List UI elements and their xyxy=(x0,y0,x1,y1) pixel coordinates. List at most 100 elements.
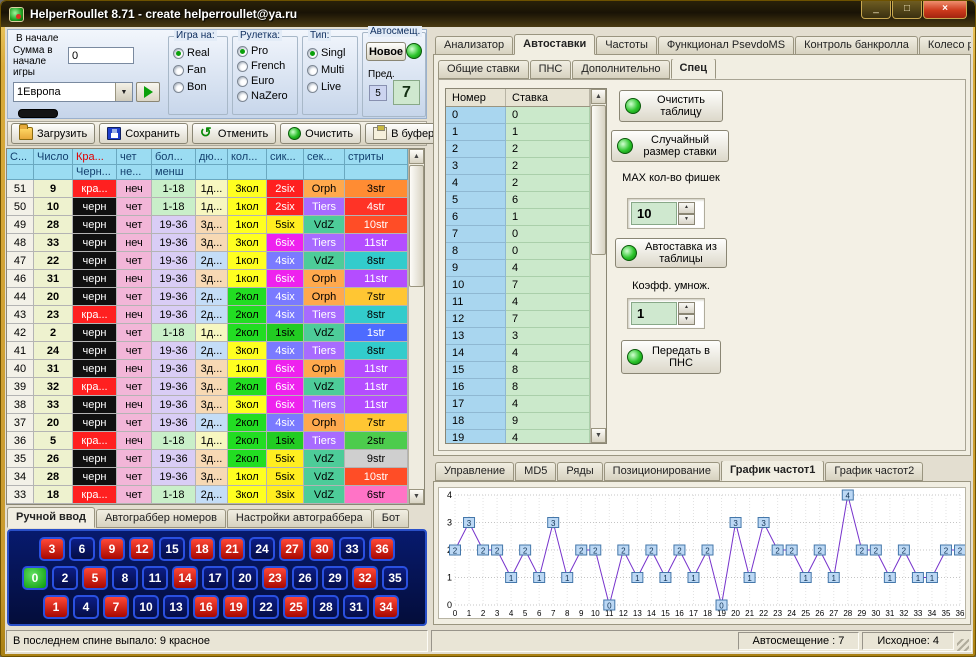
number-7-button[interactable]: 7 xyxy=(103,595,129,619)
history-row[interactable]: 3526чернчет19-363д...2кол5sixVdZ9str xyxy=(7,450,424,468)
multiplier-down-button[interactable]: ▼ xyxy=(678,314,695,326)
history-row[interactable]: 365кра...неч1-181д...2кол1sixTiers2str xyxy=(7,432,424,450)
number-22-button[interactable]: 22 xyxy=(253,595,279,619)
number-26-button[interactable]: 26 xyxy=(292,566,318,590)
autobet-from-table-button[interactable]: Автоставка из таблицы xyxy=(615,238,727,268)
bet-table-scrollbar[interactable]: ▲ ▼ xyxy=(590,89,606,443)
tab-md5[interactable]: MD5 xyxy=(515,462,556,481)
clear-table-button[interactable]: Очистить таблицу xyxy=(619,90,723,122)
toolbar-buffer-button[interactable]: В буфер xyxy=(365,123,442,144)
panel-toggle-button[interactable] xyxy=(18,109,58,118)
scroll-down-button[interactable]: ▼ xyxy=(409,489,424,504)
number-36-button[interactable]: 36 xyxy=(369,537,395,561)
number-9-button[interactable]: 9 xyxy=(99,537,125,561)
toolbar-save-button[interactable]: Сохранить xyxy=(99,123,188,144)
bet-row[interactable]: 11 xyxy=(446,124,606,141)
number-34-button[interactable]: 34 xyxy=(373,595,399,619)
toolbar-undo-button[interactable]: Отменить xyxy=(192,123,276,144)
bet-row[interactable]: 94 xyxy=(446,260,606,277)
radio-roulette-french[interactable]: French xyxy=(237,59,295,73)
max-chips-input[interactable]: 10 xyxy=(631,202,677,225)
number-18-button[interactable]: 18 xyxy=(189,537,215,561)
history-row[interactable]: 3428чернчет19-363д...1кол5sixVdZ10str xyxy=(7,468,424,486)
history-row[interactable]: 4323кра...неч19-362д...2кол4sixTiers8str xyxy=(7,306,424,324)
bet-row[interactable]: 107 xyxy=(446,277,606,294)
number-24-button[interactable]: 24 xyxy=(249,537,275,561)
max-chips-up-button[interactable]: ▲ xyxy=(678,202,695,214)
tab-manual-input[interactable]: Ручной ввод xyxy=(7,507,95,528)
radio-game-fan[interactable]: Fan xyxy=(173,63,225,77)
number-17-button[interactable]: 17 xyxy=(202,566,228,590)
number-1-button[interactable]: 1 xyxy=(43,595,69,619)
bet-row[interactable]: 194 xyxy=(446,430,606,444)
radio-roulette-pro[interactable]: Pro xyxy=(237,44,295,58)
number-0-button[interactable]: 0 xyxy=(22,566,48,590)
scroll-down-button[interactable]: ▼ xyxy=(591,428,606,443)
history-row[interactable]: 4833черннеч19-363д...3кол6sixTiers11str xyxy=(7,234,424,252)
history-row[interactable]: 422чернчет1-181д...2кол1sixVdZ1str xyxy=(7,324,424,342)
history-row[interactable]: 4722чернчет19-362д...1кол4sixVdZ8str xyxy=(7,252,424,270)
history-row[interactable]: 4928чернчет19-363д...1кол5sixVdZ10str xyxy=(7,216,424,234)
number-32-button[interactable]: 32 xyxy=(352,566,378,590)
bet-row[interactable]: 61 xyxy=(446,209,606,226)
tab-autobets[interactable]: Автоставки xyxy=(514,34,595,55)
bet-row[interactable]: 32 xyxy=(446,158,606,175)
bet-row[interactable]: 133 xyxy=(446,328,606,345)
tab-additional[interactable]: Дополнительно xyxy=(572,60,669,79)
number-23-button[interactable]: 23 xyxy=(262,566,288,590)
start-sum-input[interactable]: 0 xyxy=(68,47,134,64)
scroll-thumb[interactable] xyxy=(591,105,606,255)
number-5-button[interactable]: 5 xyxy=(82,566,108,590)
number-3-button[interactable]: 3 xyxy=(39,537,65,561)
transfer-to-pns-button[interactable]: Передать в ПНС xyxy=(621,340,721,374)
history-row[interactable]: 3720чернчет19-362д...2кол4sixOrph7str xyxy=(7,414,424,432)
bet-row[interactable]: 158 xyxy=(446,362,606,379)
number-14-button[interactable]: 14 xyxy=(172,566,198,590)
tab-psevdoms[interactable]: Функционал PsevdoMS xyxy=(658,36,794,55)
radio-roulette-euro[interactable]: Euro xyxy=(237,74,295,88)
number-2-button[interactable]: 2 xyxy=(52,566,78,590)
history-row[interactable]: 4420чернчет19-362д...2кол4sixOrph7str xyxy=(7,288,424,306)
toolbar-clear-button[interactable]: Очистить xyxy=(280,123,361,144)
tab-rows[interactable]: Ряды xyxy=(557,462,602,481)
titlebar[interactable]: HelperRoullet 8.71 - create helperroulle… xyxy=(1,1,975,27)
maximize-button[interactable]: □ xyxy=(892,1,922,19)
tab-frequencies[interactable]: Частоты xyxy=(596,36,657,55)
bet-row[interactable]: 56 xyxy=(446,192,606,209)
scroll-thumb[interactable] xyxy=(409,165,424,287)
history-row[interactable]: 519кра...неч1-181д...3кол2sixOrph3str xyxy=(7,180,424,198)
history-row[interactable]: 5010чернчет1-181д...1кол2sixTiers4str xyxy=(7,198,424,216)
bet-row[interactable]: 127 xyxy=(446,311,606,328)
number-27-button[interactable]: 27 xyxy=(279,537,305,561)
tab-autograbber-numbers[interactable]: Автограббер номеров xyxy=(96,509,226,528)
history-row[interactable]: 3932кра...чет19-363д...2кол6sixVdZ11str xyxy=(7,378,424,396)
tab-analyzer[interactable]: Анализатор xyxy=(435,36,513,55)
bet-row[interactable]: 22 xyxy=(446,141,606,158)
tab-pns[interactable]: ПНС xyxy=(530,60,572,79)
number-11-button[interactable]: 11 xyxy=(142,566,168,590)
tab-special[interactable]: Спец xyxy=(671,59,716,79)
bet-row[interactable]: 144 xyxy=(446,345,606,362)
scroll-up-button[interactable]: ▲ xyxy=(591,89,606,104)
number-21-button[interactable]: 21 xyxy=(219,537,245,561)
number-30-button[interactable]: 30 xyxy=(309,537,335,561)
history-row[interactable]: 3318кра...чет1-182д...3кол3sixVdZ6str xyxy=(7,486,424,504)
bet-row[interactable]: 189 xyxy=(446,413,606,430)
tab-general-bets[interactable]: Общие ставки xyxy=(438,60,529,79)
multiplier-up-button[interactable]: ▲ xyxy=(678,302,695,314)
history-scrollbar[interactable]: ▲ ▼ xyxy=(408,149,424,504)
bet-row[interactable]: 80 xyxy=(446,243,606,260)
number-33-button[interactable]: 33 xyxy=(339,537,365,561)
tab-wheel[interactable]: Колесо ру xyxy=(919,36,971,55)
tab-autograbber-settings[interactable]: Настройки автограббера xyxy=(227,509,372,528)
radio-roulette-nazero[interactable]: NaZero xyxy=(237,89,295,103)
game-select[interactable]: 1Европа ▼ xyxy=(13,82,133,102)
number-25-button[interactable]: 25 xyxy=(283,595,309,619)
tab-freq-chart2[interactable]: График частот2 xyxy=(825,462,923,481)
number-35-button[interactable]: 35 xyxy=(382,566,408,590)
tab-bot[interactable]: Бот xyxy=(373,509,409,528)
radio-type-live[interactable]: Live xyxy=(307,80,355,94)
number-10-button[interactable]: 10 xyxy=(133,595,159,619)
tab-control[interactable]: Управление xyxy=(435,462,514,481)
tab-freq-chart1[interactable]: График частот1 xyxy=(721,461,824,481)
